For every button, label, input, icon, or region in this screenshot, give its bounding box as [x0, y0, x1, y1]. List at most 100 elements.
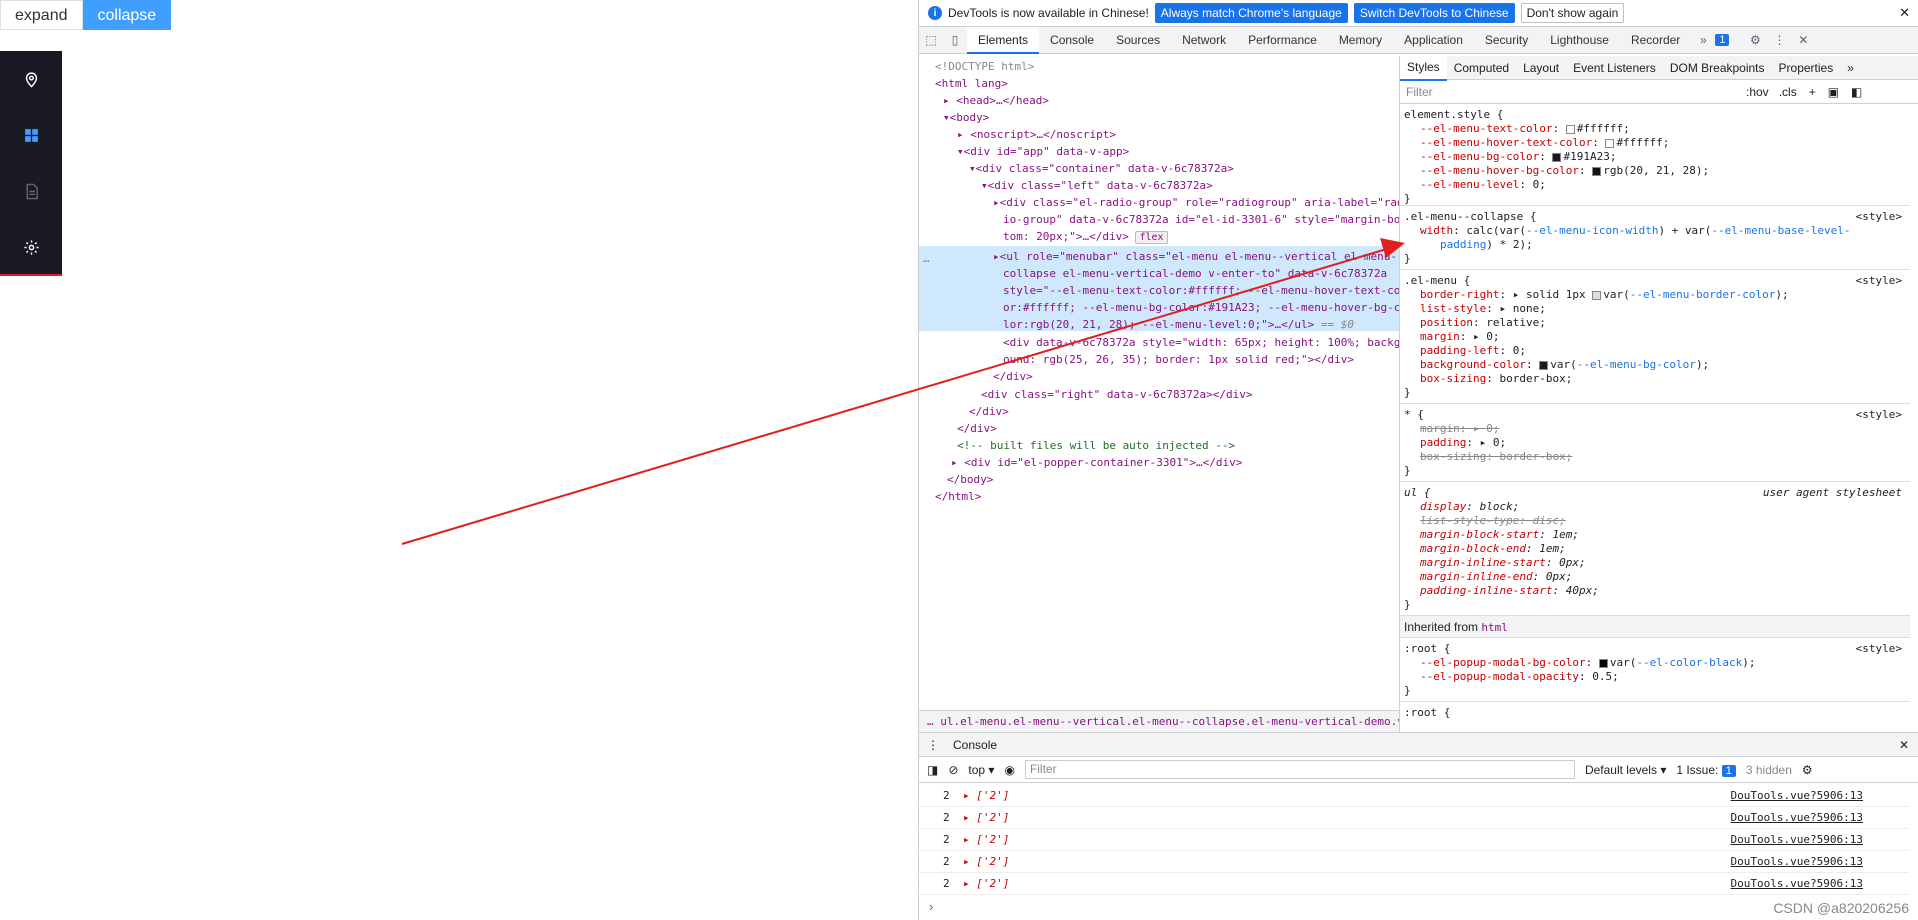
- sidebar-toggle-icon[interactable]: ◨: [927, 763, 938, 777]
- css-declaration[interactable]: --el-popup-modal-opacity: 0.5;: [1420, 670, 1619, 684]
- css-declaration[interactable]: margin-inline-end: 0px;: [1420, 570, 1572, 584]
- menu-item-document[interactable]: [0, 163, 62, 219]
- rule-selector[interactable]: .el-menu {: [1404, 274, 1470, 288]
- drawer-menu-icon[interactable]: ⋮: [927, 738, 939, 752]
- tab-performance[interactable]: Performance: [1237, 27, 1328, 54]
- color-swatch[interactable]: [1565, 124, 1575, 134]
- css-declaration[interactable]: list-style: ▸ none;: [1420, 302, 1546, 316]
- selected-node-dots[interactable]: …: [923, 252, 930, 266]
- dom-line[interactable]: <!-- built files will be auto injected -…: [957, 439, 1235, 453]
- console-filter-input[interactable]: Filter: [1024, 760, 1575, 779]
- dom-line[interactable]: </div>: [957, 422, 997, 436]
- kebab-menu-icon[interactable]: ⋮: [1767, 33, 1791, 47]
- dom-line[interactable]: tom: 20px;">…</div> flex: [1003, 230, 1168, 245]
- color-swatch[interactable]: [1592, 166, 1602, 176]
- source-link[interactable]: DouTools.vue?5906:13: [1731, 873, 1863, 895]
- rule-source-link[interactable]: <style>: [1856, 408, 1902, 421]
- dom-line[interactable]: ound: rgb(25, 26, 35); border: 1px solid…: [1003, 353, 1354, 367]
- source-link[interactable]: DouTools.vue?5906:13: [1731, 807, 1863, 829]
- dom-line[interactable]: style="--el-menu-text-color:#ffffff; --e…: [1003, 284, 1399, 298]
- sidebar-toggle-icon[interactable]: ◧: [1851, 85, 1862, 99]
- tab-application[interactable]: Application: [1393, 27, 1474, 54]
- css-declaration[interactable]: margin-block-start: 1em;: [1420, 528, 1579, 542]
- menu-item-grid[interactable]: [0, 107, 62, 163]
- css-declaration-overridden[interactable]: margin: ▸ 0;: [1420, 422, 1500, 436]
- subtab-layout[interactable]: Layout: [1516, 56, 1566, 80]
- styles-filter-input[interactable]: Filter: [1406, 85, 1746, 99]
- rule-selector[interactable]: ul {: [1404, 486, 1431, 500]
- css-declaration-cont[interactable]: padding) * 2);: [1440, 238, 1533, 252]
- dont-show-again-button[interactable]: Don't show again: [1520, 3, 1625, 23]
- dom-line[interactable]: or:#ffffff; --el-menu-bg-color:#191A23; …: [1003, 301, 1399, 315]
- color-swatch[interactable]: [1552, 152, 1562, 162]
- flex-badge[interactable]: flex: [1135, 231, 1168, 244]
- dom-line[interactable]: io-group" data-v-6c78372a id="el-id-3301…: [1003, 213, 1399, 227]
- dom-line[interactable]: <html lang>: [935, 77, 1008, 91]
- tab-elements[interactable]: Elements: [967, 26, 1040, 54]
- subtab-dom-breakpoints[interactable]: DOM Breakpoints: [1663, 56, 1772, 80]
- console-message-row[interactable]: 2 ▸ ['2'] DouTools.vue?5906:13: [919, 785, 1909, 807]
- tab-security[interactable]: Security: [1474, 27, 1539, 54]
- match-language-button[interactable]: Always match Chrome's language: [1154, 3, 1348, 23]
- rule-selector[interactable]: * {: [1404, 408, 1424, 422]
- rule-source-link[interactable]: <style>: [1856, 210, 1902, 223]
- subtab-styles[interactable]: Styles: [1400, 56, 1447, 81]
- breadcrumb[interactable]: … ul.el-menu.el-menu--vertical.el-menu--…: [919, 710, 1399, 732]
- inspect-icon[interactable]: ⬚: [919, 33, 943, 47]
- css-declaration[interactable]: padding-left: 0;: [1420, 344, 1526, 358]
- rule-selector[interactable]: :root {: [1404, 642, 1450, 656]
- expand-button[interactable]: expand: [0, 0, 83, 30]
- dom-line[interactable]: <div data-v-6c78372a style="width: 65px;…: [1003, 336, 1399, 350]
- dom-line[interactable]: lor:rgb(20, 21, 28); --el-menu-level:0;"…: [1003, 318, 1354, 332]
- tab-sources[interactable]: Sources: [1105, 27, 1171, 54]
- close-icon[interactable]: ✕: [1899, 5, 1910, 21]
- dom-line[interactable]: </body>: [947, 473, 993, 487]
- rule-selector[interactable]: .el-menu--collapse {: [1404, 210, 1536, 224]
- dom-line[interactable]: collapse el-menu-vertical-demo v-enter-t…: [1003, 267, 1387, 281]
- dom-line[interactable]: ▸ <div id="el-popper-container-3301">…</…: [951, 456, 1242, 470]
- css-declaration-overridden[interactable]: box-sizing: border-box;: [1420, 450, 1572, 464]
- css-declaration-overridden[interactable]: list-style-type: disc;: [1420, 514, 1566, 528]
- dom-line-selected[interactable]: ▸<ul role="menubar" class="el-menu el-me…: [993, 250, 1399, 264]
- close-devtools-icon[interactable]: ✕: [1791, 33, 1815, 47]
- switch-chinese-button[interactable]: Switch DevTools to Chinese: [1353, 3, 1515, 23]
- tab-console[interactable]: Console: [1039, 27, 1105, 54]
- rule-selector[interactable]: :root {: [1404, 706, 1450, 719]
- css-declaration[interactable]: position: relative;: [1420, 316, 1546, 330]
- rule-selector[interactable]: element.style {: [1404, 108, 1503, 122]
- tab-recorder[interactable]: Recorder: [1620, 27, 1691, 54]
- css-declaration[interactable]: width: calc(var(--el-menu-icon-width) + …: [1420, 224, 1851, 238]
- console-message-row[interactable]: 2 ▸ ['2'] DouTools.vue?5906:13: [919, 851, 1909, 873]
- color-swatch[interactable]: [1539, 360, 1549, 370]
- css-declaration[interactable]: padding-inline-start: 40px;: [1420, 584, 1599, 598]
- css-declaration[interactable]: background-color: var(--el-menu-bg-color…: [1420, 358, 1709, 372]
- settings-gear-icon[interactable]: ⚙: [1743, 33, 1767, 47]
- console-message-row[interactable]: 2 ▸ ['2'] DouTools.vue?5906:13: [919, 873, 1909, 895]
- css-declaration[interactable]: --el-menu-text-color: #ffffff;: [1420, 122, 1630, 136]
- css-declaration[interactable]: --el-popup-modal-bg-color: var(--el-colo…: [1420, 656, 1756, 670]
- computed-toggle-icon[interactable]: ▣: [1828, 85, 1839, 99]
- dom-line[interactable]: </div>: [969, 405, 1009, 419]
- issues-badge[interactable]: 1: [1715, 34, 1730, 46]
- css-declaration[interactable]: margin-block-end: 1em;: [1420, 542, 1566, 556]
- context-selector[interactable]: top ▾: [968, 763, 994, 777]
- menu-item-settings[interactable]: [0, 219, 62, 275]
- console-message-row[interactable]: 2 ▸ ['2'] DouTools.vue?5906:13: [919, 829, 1909, 851]
- subtab-event-listeners[interactable]: Event Listeners: [1566, 56, 1663, 80]
- source-link[interactable]: DouTools.vue?5906:13: [1731, 785, 1863, 807]
- live-expression-eye-icon[interactable]: ◉: [1004, 763, 1014, 777]
- log-levels-dropdown[interactable]: Default levels ▾: [1585, 763, 1666, 777]
- dom-line[interactable]: ▾<div id="app" data-v-app>: [957, 145, 1129, 159]
- inherited-tag-link[interactable]: html: [1481, 621, 1508, 634]
- css-declaration[interactable]: display: block;: [1420, 500, 1519, 514]
- dom-line[interactable]: <div class="right" data-v-6c78372a></div…: [981, 388, 1253, 402]
- collapse-button[interactable]: collapse: [82, 0, 172, 30]
- dom-line[interactable]: ▾<div class="left" data-v-6c78372a>: [981, 179, 1213, 193]
- dom-line[interactable]: ▸ <head>…</head>: [943, 94, 1049, 108]
- css-declaration[interactable]: margin-inline-start: 0px;: [1420, 556, 1586, 570]
- dom-line[interactable]: ▸ <noscript>…</noscript>: [957, 128, 1116, 142]
- hov-toggle[interactable]: :hov: [1746, 85, 1769, 99]
- source-link[interactable]: DouTools.vue?5906:13: [1731, 829, 1863, 851]
- color-swatch[interactable]: [1605, 138, 1615, 148]
- dom-line[interactable]: </div>: [993, 370, 1033, 384]
